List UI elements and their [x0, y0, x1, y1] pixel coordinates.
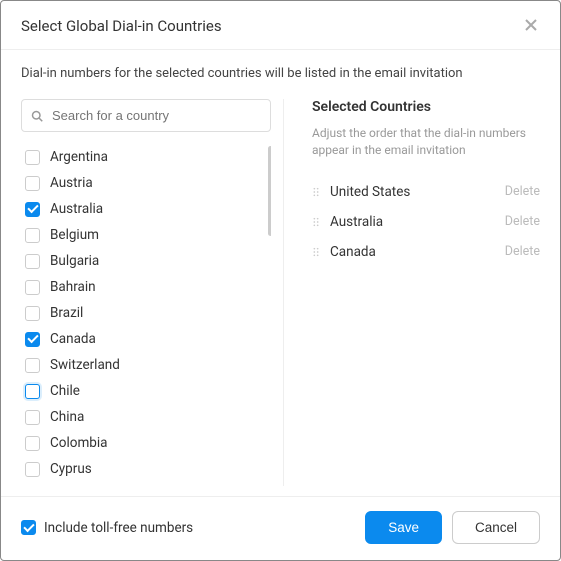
country-row[interactable]: Chile: [21, 378, 263, 404]
search-input[interactable]: [21, 99, 271, 132]
country-row[interactable]: Belgium: [21, 222, 263, 248]
selected-country-label: Canada: [330, 244, 376, 260]
selected-header: Selected Countries: [312, 99, 540, 115]
cancel-button[interactable]: Cancel: [452, 511, 540, 544]
drag-handle-icon[interactable]: [312, 187, 320, 197]
country-checkbox[interactable]: [25, 410, 40, 425]
country-checkbox[interactable]: [25, 176, 40, 191]
country-checkbox[interactable]: [25, 462, 40, 477]
delete-link[interactable]: Delete: [505, 214, 540, 229]
country-checkbox[interactable]: [25, 202, 40, 217]
country-checkbox[interactable]: [25, 280, 40, 295]
selected-row: Canada Delete: [312, 237, 540, 267]
selected-row: United States Delete: [312, 177, 540, 207]
country-row[interactable]: Argentina: [21, 144, 263, 170]
country-row[interactable]: Brazil: [21, 300, 263, 326]
scrollbar-thumb[interactable]: [268, 146, 271, 236]
selected-countries-panel: Selected Countries Adjust the order that…: [283, 99, 540, 486]
country-label: Argentina: [50, 149, 108, 165]
delete-link[interactable]: Delete: [505, 244, 540, 259]
selected-subtext: Adjust the order that the dial-in number…: [312, 125, 540, 159]
delete-link[interactable]: Delete: [505, 184, 540, 199]
country-label: Brazil: [50, 305, 83, 321]
selected-row-left: Canada: [312, 244, 376, 260]
drag-handle-icon[interactable]: [312, 247, 320, 257]
country-checkbox[interactable]: [25, 332, 40, 347]
country-checkbox[interactable]: [25, 358, 40, 373]
selected-row: Australia Delete: [312, 207, 540, 237]
save-button[interactable]: Save: [365, 511, 442, 544]
country-checkbox[interactable]: [25, 306, 40, 321]
selected-country-label: Australia: [330, 214, 383, 230]
country-row[interactable]: Canada: [21, 326, 263, 352]
toll-free-checkbox[interactable]: [21, 520, 36, 535]
country-checkbox[interactable]: [25, 150, 40, 165]
country-list[interactable]: Argentina Austria Australia Belgium Bulgaria…: [21, 144, 271, 486]
selected-row-left: Australia: [312, 214, 383, 230]
toll-free-label: Include toll-free numbers: [44, 520, 193, 536]
modal-subtitle: Dial-in numbers for the selected countri…: [21, 66, 540, 81]
country-checkbox[interactable]: [25, 254, 40, 269]
country-label: Cyprus: [50, 461, 92, 477]
search-icon: [31, 110, 43, 122]
footer-left: Include toll-free numbers: [21, 520, 193, 536]
country-row[interactable]: Cyprus: [21, 456, 263, 482]
drag-handle-icon[interactable]: [312, 217, 320, 227]
country-row[interactable]: Australia: [21, 196, 263, 222]
modal-header: Select Global Dial-in Countries: [1, 1, 560, 50]
country-checkbox[interactable]: [25, 436, 40, 451]
modal-title: Select Global Dial-in Countries: [21, 17, 222, 35]
country-checkbox[interactable]: [25, 384, 40, 399]
country-label: Austria: [50, 175, 93, 191]
close-button[interactable]: [524, 18, 540, 34]
country-row[interactable]: Colombia: [21, 430, 263, 456]
country-label: Chile: [50, 383, 80, 399]
country-label: Belgium: [50, 227, 99, 243]
search-wrap: [21, 99, 271, 132]
country-label: Switzerland: [50, 357, 120, 373]
selected-list: United StatesDeleteAustraliaDeleteCanada…: [312, 177, 540, 267]
country-label: Bahrain: [50, 279, 96, 295]
selected-row-left: United States: [312, 184, 410, 200]
country-label: China: [50, 409, 84, 425]
country-label: Canada: [50, 331, 96, 347]
close-icon: [524, 18, 538, 32]
country-row[interactable]: Switzerland: [21, 352, 263, 378]
selected-country-label: United States: [330, 184, 410, 200]
country-row[interactable]: Austria: [21, 170, 263, 196]
country-label: Bulgaria: [50, 253, 99, 269]
footer-right: Save Cancel: [365, 511, 540, 544]
country-label: Australia: [50, 201, 103, 217]
available-countries-panel: Argentina Austria Australia Belgium Bulgaria…: [21, 99, 271, 486]
country-row[interactable]: China: [21, 404, 263, 430]
columns: Argentina Austria Australia Belgium Bulgaria…: [21, 99, 540, 486]
dialin-modal: Select Global Dial-in Countries Dial-in …: [0, 0, 561, 561]
modal-body: Dial-in numbers for the selected countri…: [1, 50, 560, 496]
country-label: Colombia: [50, 435, 108, 451]
modal-footer: Include toll-free numbers Save Cancel: [1, 496, 560, 560]
country-row[interactable]: Bulgaria: [21, 248, 263, 274]
country-checkbox[interactable]: [25, 228, 40, 243]
country-row[interactable]: Bahrain: [21, 274, 263, 300]
